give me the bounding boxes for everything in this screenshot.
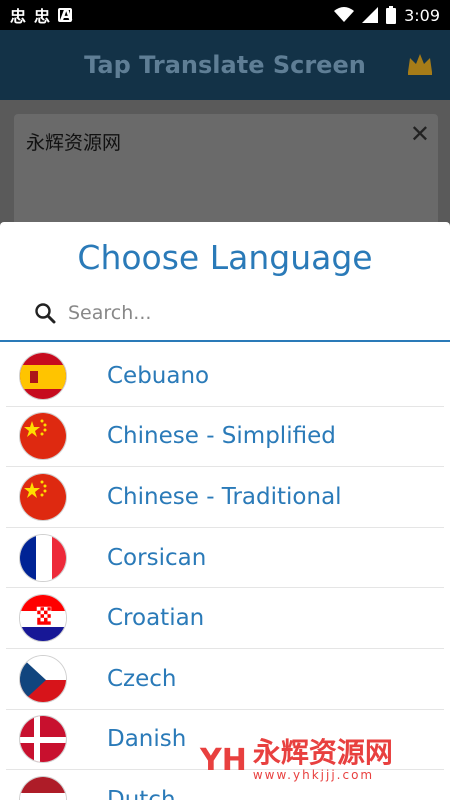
language-item-czech[interactable]: Czech — [6, 649, 444, 710]
denmark-flag-icon — [19, 715, 67, 764]
language-name: Dutch — [107, 786, 176, 800]
language-dialog: Choose Language Cebuano Chinese - Simpli… — [0, 222, 450, 800]
a-icon: A — [58, 5, 73, 24]
bug-icon: 忠 — [10, 7, 27, 26]
dialog-title: Choose Language — [77, 238, 373, 277]
app-title: Tap Translate Screen — [84, 51, 366, 79]
spain-flag-icon — [19, 351, 67, 400]
language-name: Czech — [107, 665, 177, 692]
language-name: Chinese - Simplified — [107, 423, 336, 450]
search-input[interactable] — [68, 296, 428, 330]
language-item-chinese-simplified[interactable]: Chinese - Simplified — [6, 407, 444, 468]
croatia-flag-icon — [19, 594, 67, 643]
wifi-icon — [334, 7, 355, 22]
france-flag-icon — [19, 533, 67, 582]
language-name: Croatian — [107, 605, 205, 632]
language-name: Danish — [107, 726, 187, 753]
signal-icon — [362, 7, 379, 23]
language-item-croatian[interactable]: Croatian — [6, 588, 444, 649]
china-flag-icon — [19, 472, 67, 521]
language-name: Cebuano — [107, 362, 210, 389]
app-header: Tap Translate Screen — [0, 30, 450, 100]
translation-text: 永辉资源网 — [26, 132, 122, 154]
status-left: 忠 忠 A — [10, 3, 72, 27]
watermark-url: www.yhkjjj.com — [252, 768, 375, 782]
status-time: 3:09 — [404, 5, 440, 25]
watermark: YH 永辉资源网 www.yhkjjj.com — [200, 736, 393, 783]
watermark-text: 永辉资源网 www.yhkjjj.com — [252, 736, 393, 783]
search-icon — [35, 303, 56, 324]
status-bar: 忠 忠 A 3:09 — [0, 0, 450, 30]
language-list: Cebuano Chinese - Simplified Chinese - T… — [0, 346, 450, 800]
language-item-cebuano[interactable]: Cebuano — [6, 346, 444, 407]
watermark-name: 永辉资源网 — [252, 736, 393, 769]
watermark-logo: YH — [200, 742, 247, 778]
language-name: Chinese - Traditional — [107, 483, 342, 510]
battery-icon — [386, 6, 397, 24]
language-name: Corsican — [107, 544, 207, 571]
crown-icon[interactable] — [406, 52, 434, 76]
netherlands-flag-icon — [19, 775, 67, 800]
search-bar — [0, 284, 450, 342]
language-item-corsican[interactable]: Corsican — [6, 528, 444, 589]
status-right: 3:09 — [334, 6, 440, 25]
china-flag-icon — [19, 412, 67, 461]
close-icon[interactable]: ✕ — [410, 120, 430, 148]
czech-flag-icon — [19, 654, 67, 703]
bug-icon: 忠 — [34, 7, 51, 26]
language-item-chinese-traditional[interactable]: Chinese - Traditional — [6, 467, 444, 528]
